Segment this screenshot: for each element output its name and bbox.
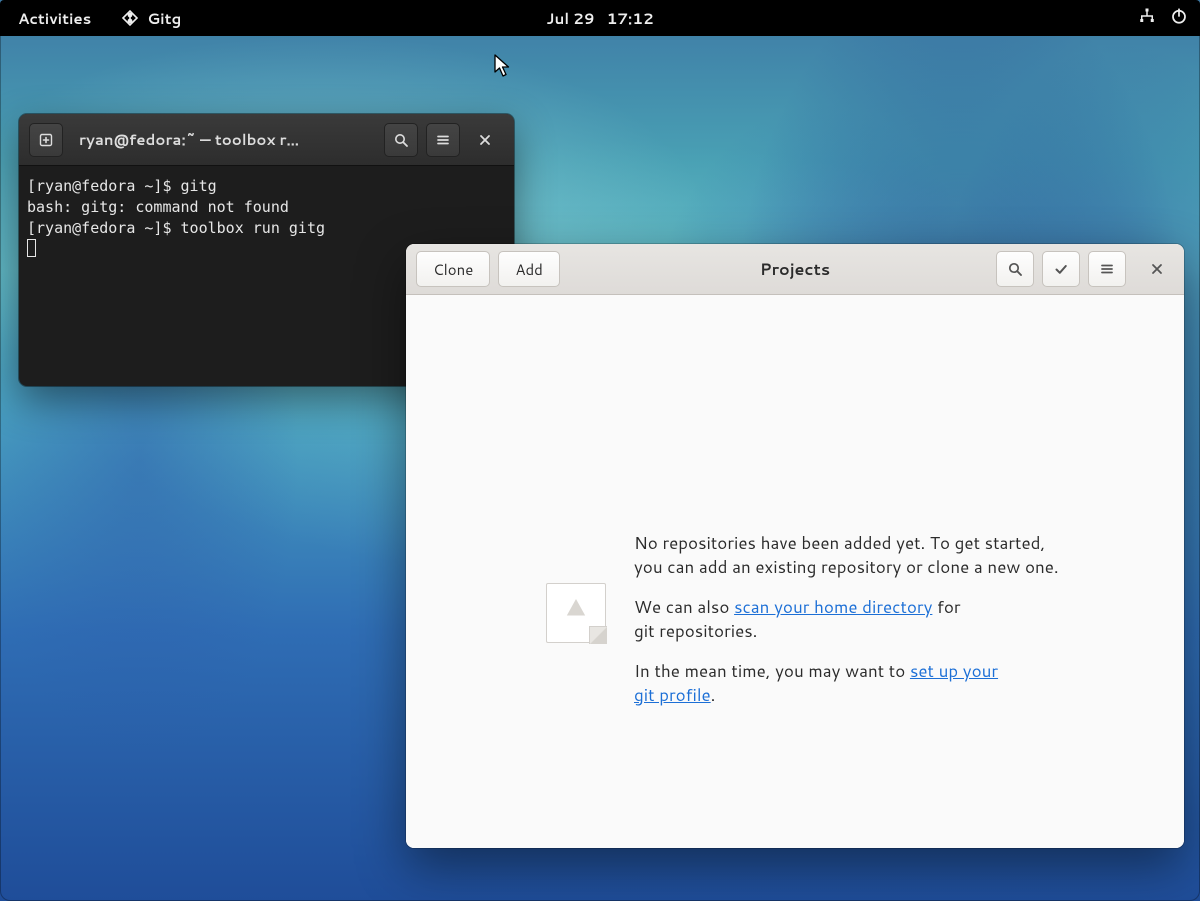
activities-button[interactable]: Activities <box>12 8 97 29</box>
terminal-cursor <box>27 239 36 257</box>
gitg-title: Projects <box>760 258 830 281</box>
terminal-search-button[interactable] <box>384 123 418 157</box>
gitg-search-button[interactable] <box>996 251 1034 287</box>
new-tab-button[interactable] <box>29 123 63 157</box>
desktop-wallpaper: Activities Gitg Jul 29 17:12 <box>0 0 1200 901</box>
gitg-empty-p3a: In the mean time, you may want to <box>634 659 910 683</box>
gitg-window[interactable]: Clone Add Projects <box>406 244 1184 848</box>
gitg-menu-button[interactable] <box>1088 251 1126 287</box>
empty-file-icon <box>546 583 606 643</box>
terminal-line: [ryan@fedora ~]$ toolbox run gitg <box>27 219 325 237</box>
gitg-empty-p2a: We can also <box>634 595 734 619</box>
power-icon <box>1170 7 1188 30</box>
clock-time: 17:12 <box>607 8 654 29</box>
gitg-empty-state: No repositories have been added yet. To … <box>546 531 1134 723</box>
scan-home-link[interactable]: scan your home directory <box>734 595 932 619</box>
gitg-empty-p3b: . <box>711 683 716 707</box>
terminal-close-button[interactable] <box>468 123 502 157</box>
app-menu-label: Gitg <box>147 8 181 29</box>
add-button[interactable]: Add <box>498 251 560 287</box>
mouse-cursor-icon <box>494 54 512 84</box>
gitg-body: No repositories have been added yet. To … <box>406 295 1184 848</box>
gitg-close-button[interactable] <box>1140 252 1174 286</box>
terminal-line: bash: gitg: command not found <box>27 198 289 216</box>
network-icon <box>1138 7 1156 30</box>
app-menu[interactable]: Gitg <box>121 8 181 29</box>
gitg-empty-p1: No repositories have been added yet. To … <box>634 531 1064 579</box>
clock-date: Jul 29 <box>546 8 594 29</box>
gitg-titlebar[interactable]: Clone Add Projects <box>406 244 1184 295</box>
terminal-menu-button[interactable] <box>426 123 460 157</box>
terminal-title: ryan@fedora:~ — toolbox r… <box>79 129 368 150</box>
gitg-select-button[interactable] <box>1042 251 1080 287</box>
clock[interactable]: Jul 29 17:12 <box>546 8 653 29</box>
terminal-titlebar[interactable]: ryan@fedora:~ — toolbox r… <box>19 114 514 166</box>
clone-button[interactable]: Clone <box>416 251 490 287</box>
system-status-area[interactable] <box>1138 7 1188 30</box>
terminal-line: [ryan@fedora ~]$ gitg <box>27 177 217 195</box>
gnome-top-bar: Activities Gitg Jul 29 17:12 <box>0 0 1200 36</box>
gitg-app-icon <box>121 9 139 27</box>
